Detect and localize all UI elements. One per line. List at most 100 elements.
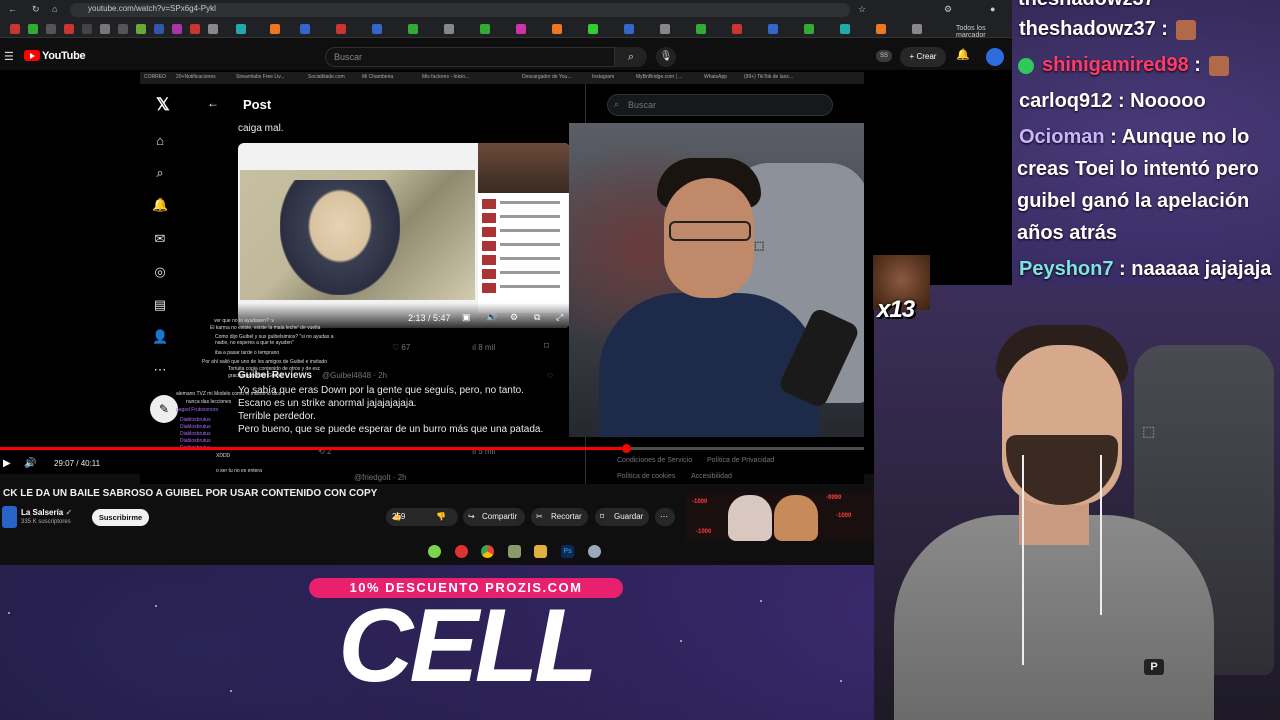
terms-link[interactable]: Condiciones de Servicio xyxy=(617,457,692,464)
save-button[interactable]: ⌑ Guardar xyxy=(595,508,649,526)
bookmark-icon[interactable] xyxy=(236,24,246,34)
bookmark-icon[interactable]: ⌑ xyxy=(544,341,549,352)
view-count[interactable]: ıl 8 mil xyxy=(472,343,495,352)
chat-text: Aunque no lo xyxy=(1121,126,1250,148)
recorded-bookmark: CORREO xyxy=(144,74,166,80)
home-icon[interactable]: ⌂ xyxy=(152,133,168,148)
youtube-logo-text[interactable]: YouTube xyxy=(42,50,86,62)
overlay-chat-line: Diablosbrutus xyxy=(180,424,211,430)
bookmark-icon[interactable] xyxy=(100,24,110,34)
cookies-link[interactable]: Política de cookies xyxy=(617,473,675,480)
like-count[interactable]: ♡ 67 xyxy=(392,343,410,352)
bookmark-icon[interactable] xyxy=(516,24,526,34)
settings-icon[interactable]: ⚙ xyxy=(510,312,518,323)
bookmark-icon[interactable] xyxy=(660,24,670,34)
bookmark-icon[interactable] xyxy=(270,24,280,34)
bookmark-icon[interactable] xyxy=(840,24,850,34)
bookmark-icon[interactable] xyxy=(64,24,74,34)
address-bar[interactable]: youtube.com/watch?v=SPx6g4-Pykl xyxy=(70,3,850,17)
search-input[interactable]: Buscar xyxy=(325,47,615,67)
messages-icon[interactable]: ✉ xyxy=(152,231,168,247)
bookmark-icon[interactable] xyxy=(588,24,598,34)
bookmark-icon[interactable] xyxy=(732,24,742,34)
explore-search-icon[interactable]: ⌕ xyxy=(152,165,168,181)
bookmark-icon[interactable] xyxy=(118,24,128,34)
x-search-input[interactable]: ⌕ Buscar xyxy=(607,94,833,116)
bookmark-icon[interactable] xyxy=(372,24,382,34)
bookmark-icon[interactable] xyxy=(46,24,56,34)
bookmark-icon[interactable] xyxy=(82,24,92,34)
video-progress-knob[interactable] xyxy=(621,444,631,453)
volume-icon[interactable]: 🔊 xyxy=(24,458,36,469)
bookmark-icon[interactable] xyxy=(876,24,886,34)
account-avatar[interactable] xyxy=(986,48,1004,66)
app-icon[interactable] xyxy=(588,545,601,558)
back-arrow-icon[interactable]: ← xyxy=(207,96,219,110)
grok-icon[interactable]: ◎ xyxy=(152,264,168,280)
fullscreen-icon[interactable]: ⤢ xyxy=(556,312,563,323)
bookmark-icon[interactable] xyxy=(804,24,814,34)
reload-icon[interactable]: ↻ xyxy=(32,4,40,15)
youtube-logo-icon[interactable] xyxy=(24,50,40,61)
photoshop-icon[interactable]: Ps xyxy=(561,545,574,558)
bookmark-icon[interactable] xyxy=(28,24,38,34)
bookmark-icon[interactable] xyxy=(190,24,200,34)
captions-icon[interactable]: ▣ xyxy=(462,312,471,323)
ss-badge[interactable]: SS xyxy=(876,50,892,62)
subscriber-count: 335 K suscriptores xyxy=(21,519,71,525)
all-bookmarks-label[interactable]: Todos los marcador xyxy=(956,25,1012,39)
notifications-icon[interactable]: 🔔 xyxy=(152,197,168,213)
grok-icon[interactable]: ◌ xyxy=(547,370,553,381)
home-icon[interactable]: ⌂ xyxy=(52,4,57,14)
bookmark-icon[interactable] xyxy=(154,24,164,34)
profile-icon[interactable]: ● xyxy=(990,4,995,14)
bookmark-icon[interactable] xyxy=(480,24,490,34)
chrome-icon[interactable] xyxy=(481,545,494,558)
search-button[interactable]: ⌕ xyxy=(615,47,647,67)
bookmark-icon[interactable] xyxy=(408,24,418,34)
bookmark-icon[interactable] xyxy=(10,24,20,34)
menu-icon[interactable]: ☰ xyxy=(4,50,14,63)
x-logo-icon[interactable]: 𝕏 xyxy=(156,95,170,115)
profile-icon[interactable]: 👤 xyxy=(152,329,168,345)
share-button[interactable]: ↪ Compartir xyxy=(463,508,525,526)
channel-avatar[interactable] xyxy=(2,506,17,528)
app-icon[interactable] xyxy=(508,545,521,558)
related-video-thumbnail[interactable]: -1000 -9999 -1000 -1000 xyxy=(686,493,874,541)
channel-name[interactable]: La Salsería ✓ xyxy=(21,508,72,517)
accessibility-link[interactable]: Accesibilidad xyxy=(691,473,732,480)
bookmark-icon[interactable] xyxy=(768,24,778,34)
bookmark-icon[interactable] xyxy=(912,24,922,34)
bookmark-icon[interactable] xyxy=(696,24,706,34)
bookmark-icon[interactable] xyxy=(624,24,634,34)
pip-icon[interactable]: ⧉ xyxy=(534,312,540,323)
extensions-icon[interactable]: ⚙ xyxy=(944,4,952,15)
bookmark-icon[interactable] xyxy=(136,24,146,34)
app-icon[interactable] xyxy=(455,545,468,558)
bookmark-icon[interactable] xyxy=(208,24,218,34)
volume-icon[interactable]: 🔊 xyxy=(486,312,497,323)
play-icon[interactable]: ▶ xyxy=(3,458,11,469)
folder-icon[interactable] xyxy=(534,545,547,558)
notifications-bell-icon[interactable]: 🔔 xyxy=(956,48,970,61)
lists-icon[interactable]: ▤ xyxy=(152,297,168,313)
bookmark-icon[interactable] xyxy=(444,24,454,34)
back-icon[interactable]: ← xyxy=(8,4,17,14)
voice-search-button[interactable]: 🎙 xyxy=(656,47,676,67)
verified-icon: ✓ xyxy=(65,508,73,517)
bookmark-icon[interactable] xyxy=(336,24,346,34)
star-icon[interactable]: ☆ xyxy=(858,4,866,15)
clip-button[interactable]: ✂ Recortar xyxy=(531,508,588,526)
more-actions-button[interactable]: ⋯ xyxy=(655,508,675,526)
create-button[interactable]: + Crear xyxy=(900,47,946,67)
subscribe-button[interactable]: Suscribirme xyxy=(92,509,149,526)
more-icon[interactable]: ⋯ xyxy=(152,362,168,378)
emote-combo-count: x13 xyxy=(877,296,915,323)
bookmark-icon[interactable] xyxy=(300,24,310,34)
search-icon: ⌕ xyxy=(627,51,635,63)
privacy-link[interactable]: Política de Privacidad xyxy=(707,457,774,464)
bookmark-icon[interactable] xyxy=(172,24,182,34)
bookmark-icon[interactable] xyxy=(552,24,562,34)
app-icon[interactable] xyxy=(428,545,441,558)
embedded-video-screenshot[interactable]: 2:13 / 5:47 ▣ 🔊 ⚙ ⧉ ⤢ xyxy=(238,143,570,328)
